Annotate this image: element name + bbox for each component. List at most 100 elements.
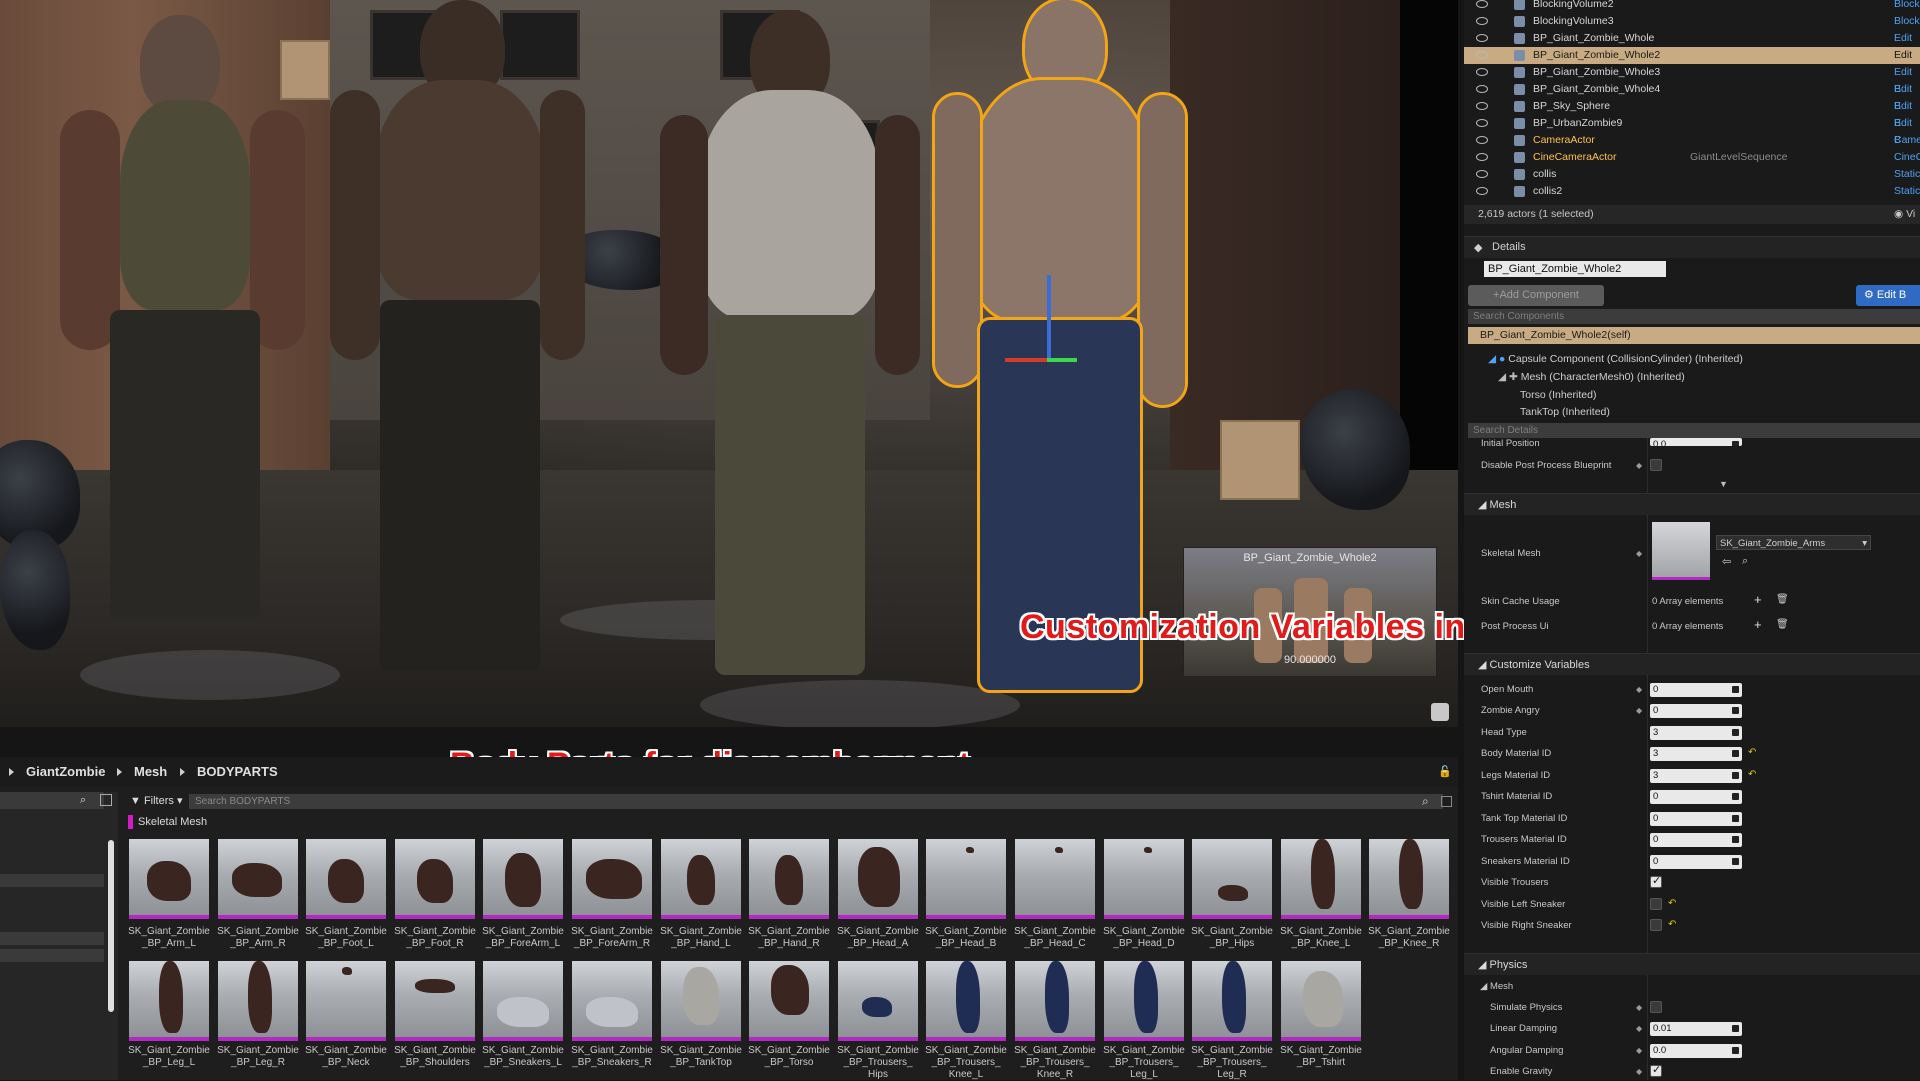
reset-to-default-icon[interactable]: ↶ (1668, 898, 1676, 909)
asset-thumbnail[interactable] (306, 961, 386, 1041)
asset-thumbnail[interactable] (1015, 839, 1095, 919)
asset-label[interactable]: SK_Giant_Zombie _BP_Leg_R (214, 1045, 302, 1069)
visibility-eye-icon[interactable] (1476, 170, 1488, 178)
asset-label[interactable]: SK_Giant_Zombie _BP_Head_B (922, 926, 1010, 950)
asset-thumbnail[interactable] (838, 839, 918, 919)
asset-label[interactable]: SK_Giant_Zombie _BP_Head_A (834, 926, 922, 950)
asset-thumbnail[interactable] (838, 961, 918, 1041)
asset-thumbnail[interactable] (129, 839, 209, 919)
customize-value-field[interactable]: 0 (1650, 833, 1742, 847)
tree-tanktop-component[interactable]: TankTop (Inherited) (1520, 406, 1610, 417)
visibility-eye-icon[interactable] (1476, 51, 1488, 59)
outliner-edit-link[interactable]: Static (1894, 166, 1920, 183)
breadcrumb-mesh[interactable]: Mesh (134, 764, 167, 779)
asset-label[interactable]: SK_Giant_Zombie _BP_Knee_L (1277, 926, 1365, 950)
pin-icon[interactable]: ◆ (1636, 706, 1642, 715)
asset-label[interactable]: SK_Giant_Zombie _BP_Hand_L (657, 926, 745, 950)
customize-checkbox[interactable] (1650, 874, 1662, 888)
reset-to-default-icon[interactable]: ↶ (1748, 747, 1756, 758)
outliner-row[interactable]: BP_Giant_Zombie_Whole2 Edit B (1464, 47, 1920, 78)
tree-capsule-component[interactable]: ◢ ● Capsule Component (CollisionCylinder… (1488, 353, 1743, 365)
browse-icon[interactable]: ⌕ (1742, 555, 1748, 568)
asset-label[interactable]: SK_Giant_Zombie _BP_Trousers_ Hips (834, 1045, 922, 1081)
outliner-row[interactable]: BP_Sky_Sphere Edit B (1464, 98, 1920, 129)
asset-thumbnail[interactable] (1192, 839, 1272, 919)
asset-label[interactable]: SK_Giant_Zombie _BP_Torso (745, 1045, 833, 1069)
asset-label[interactable]: SK_Giant_Zombie _BP_Head_C (1011, 926, 1099, 950)
asset-thumbnail[interactable] (926, 839, 1006, 919)
visibility-eye-icon[interactable] (1476, 17, 1488, 25)
breadcrumb-giantzombie[interactable]: GiantZombie (26, 764, 105, 779)
outliner-row[interactable]: BP_Giant_Zombie_WholeEdit B (1464, 30, 1920, 61)
search-components-input[interactable]: Search Components (1468, 309, 1920, 324)
add-component-button[interactable]: +Add Component (1468, 285, 1604, 306)
asset-thumbnail[interactable] (661, 839, 741, 919)
asset-thumbnail[interactable] (218, 961, 298, 1041)
add-element-icon[interactable]: + (1754, 592, 1762, 607)
customize-value-field[interactable]: 3 (1650, 747, 1742, 761)
pin-icon[interactable]: ◆ (1636, 461, 1642, 470)
asset-label[interactable]: SK_Giant_Zombie _BP_Arm_L (125, 926, 213, 950)
asset-thumbnail[interactable] (483, 839, 563, 919)
skeletal-mesh-filter-tag[interactable]: Skeletal Mesh (128, 814, 228, 830)
trash-icon[interactable]: 🗑 (1776, 594, 1789, 605)
pin-icon[interactable]: ◆ (1636, 549, 1642, 558)
pin-icon[interactable]: ◆ (1636, 685, 1642, 694)
asset-label[interactable]: SK_Giant_Zombie _BP_Foot_L (302, 926, 390, 950)
use-selected-icon[interactable]: ⇦ (1722, 555, 1731, 568)
asset-thumbnail[interactable] (306, 839, 386, 919)
outliner-edit-link[interactable]: Block (1894, 13, 1920, 30)
asset-thumbnail[interactable] (483, 961, 563, 1041)
outliner-row[interactable]: BP_UrbanZombie9 Edit B (1464, 115, 1920, 146)
visibility-eye-icon[interactable] (1476, 102, 1488, 110)
asset-thumbnail[interactable] (926, 961, 1006, 1041)
list-view-icon[interactable] (100, 794, 112, 806)
visibility-eye-icon[interactable] (1476, 119, 1488, 127)
asset-thumbnail[interactable] (1104, 839, 1184, 919)
customize-checkbox[interactable] (1650, 919, 1662, 931)
trash-icon[interactable]: 🗑 (1776, 619, 1789, 630)
customize-value-field[interactable]: 3 (1650, 726, 1742, 740)
asset-label[interactable]: SK_Giant_Zombie _BP_Knee_R (1365, 926, 1453, 950)
visibility-eye-icon[interactable] (1476, 136, 1488, 144)
asset-label[interactable]: SK_Giant_Zombie _BP_Trousers_ Leg_R (1188, 1045, 1276, 1081)
asset-label[interactable]: SK_Giant_Zombie _BP_Foot_R (391, 926, 479, 950)
scrollbar[interactable] (108, 840, 114, 1012)
folder-row[interactable] (0, 874, 104, 887)
outliner-edit-link[interactable]: Came (1894, 132, 1920, 149)
asset-thumbnail[interactable] (395, 961, 475, 1041)
asset-search-input[interactable]: Search BODYPARTS (189, 794, 1443, 809)
breadcrumb-bodyparts[interactable]: BODYPARTS (197, 764, 278, 779)
asset-label[interactable]: SK_Giant_Zombie _BP_ForeArm_R (568, 926, 656, 950)
tab-details[interactable]: ◆ Details (1464, 236, 1920, 258)
asset-label[interactable]: SK_Giant_Zombie _BP_Sneakers_L (479, 1045, 567, 1069)
customize-value-field[interactable]: 0 (1650, 683, 1742, 697)
visibility-eye-icon[interactable] (1476, 153, 1488, 161)
tree-torso-component[interactable]: Torso (Inherited) (1520, 389, 1596, 401)
physics-checkbox[interactable] (1650, 1001, 1662, 1013)
asset-label[interactable]: SK_Giant_Zombie _BP_Trousers_ Leg_L (1100, 1045, 1188, 1081)
customize-variables-section[interactable]: ◢ Customize Variables (1464, 653, 1920, 675)
mesh-section[interactable]: ◢ Mesh (1464, 493, 1920, 515)
outliner-edit-link[interactable]: Static (1894, 183, 1920, 200)
asset-label[interactable]: SK_Giant_Zombie _BP_Hand_R (745, 926, 833, 950)
asset-thumbnail[interactable] (572, 961, 652, 1041)
physics-section[interactable]: ◢ Physics (1464, 953, 1920, 975)
customize-value-field[interactable]: 3 (1650, 769, 1742, 783)
edit-blueprint-button[interactable]: ⚙ Edit B (1856, 285, 1920, 306)
visibility-eye-icon[interactable] (1476, 187, 1488, 195)
outliner-row[interactable]: CameraActor Came (1464, 132, 1920, 149)
save-search-icon[interactable] (1441, 796, 1452, 807)
outliner-row[interactable]: BlockingVolume3 Block (1464, 13, 1920, 30)
asset-thumbnail[interactable] (1104, 961, 1184, 1041)
outliner-edit-link[interactable]: CineC (1894, 149, 1920, 166)
customize-value-field[interactable]: 0 (1650, 812, 1742, 826)
asset-label[interactable]: SK_Giant_Zombie _BP_Head_D (1100, 926, 1188, 950)
view-options[interactable]: ◉ Vi (1894, 205, 1915, 224)
pin-icon[interactable]: ◆ (1636, 1046, 1642, 1055)
asset-label[interactable]: SK_Giant_Zombie _BP_TankTop (657, 1045, 745, 1069)
outliner-row[interactable]: BP_Giant_Zombie_Whole4 Edit B (1464, 81, 1920, 112)
skeletal-mesh-thumbnail[interactable] (1652, 522, 1710, 580)
visibility-eye-icon[interactable] (1476, 68, 1488, 76)
sources-search-input[interactable] (0, 792, 104, 809)
